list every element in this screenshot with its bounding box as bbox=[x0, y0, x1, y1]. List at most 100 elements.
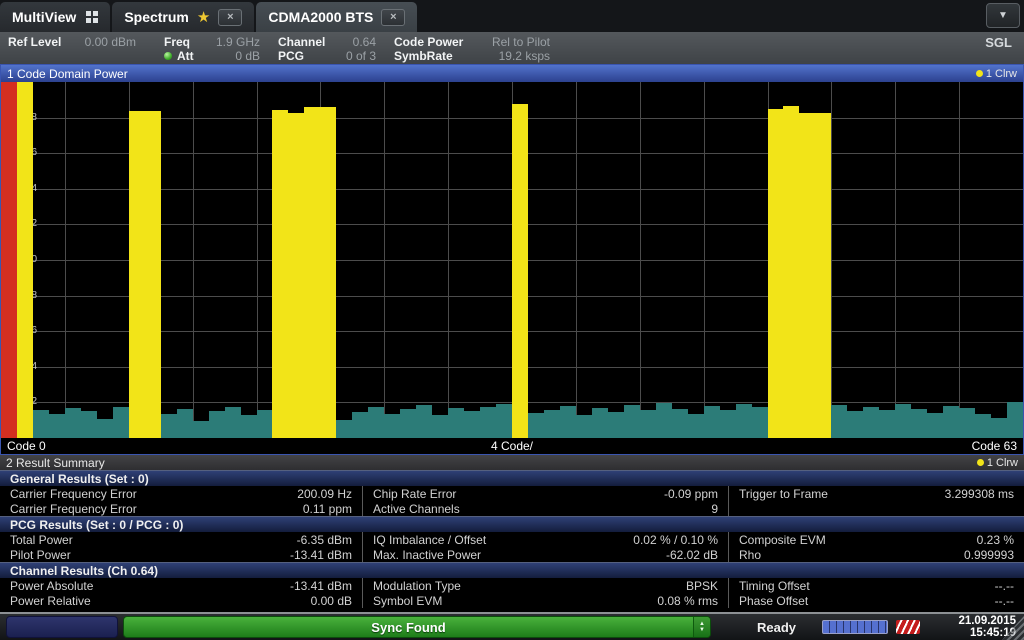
code-power-bar bbox=[209, 411, 225, 438]
result-label: Power Absolute bbox=[0, 579, 93, 593]
result-value: -62.02 dB bbox=[666, 548, 728, 562]
code-power-bar bbox=[544, 410, 560, 438]
code-power-bar bbox=[81, 411, 97, 438]
code-power-symbrate-fields[interactable]: Code Power Rel to Pilot SymbRate 19.2 ks… bbox=[394, 34, 550, 64]
cdp-x-axis: Code 0 4 Code/ Code 63 bbox=[1, 438, 1023, 454]
sync-bar-stepper[interactable]: ▲▼ bbox=[693, 617, 710, 637]
code-power-bar bbox=[1, 82, 17, 438]
code-power-bar bbox=[384, 414, 400, 438]
code-power-bar bbox=[608, 412, 624, 438]
code-power-bar bbox=[560, 406, 576, 438]
sync-status-text: Sync Found bbox=[124, 620, 693, 635]
chevron-down-icon: ▼ bbox=[699, 627, 705, 633]
code-power-bar bbox=[352, 412, 368, 438]
code-power-bar bbox=[704, 406, 720, 438]
code-power-bar bbox=[129, 111, 145, 438]
code-power-bar bbox=[1007, 402, 1023, 438]
single-sweep-badge: SGL bbox=[985, 34, 1016, 64]
result-value: 0.08 % rms bbox=[657, 594, 728, 608]
trace-legend[interactable]: 1 Clrw bbox=[977, 457, 1018, 469]
table-row: Power Absolute-13.41 dBmModulation TypeB… bbox=[0, 578, 1024, 593]
code-power-bar bbox=[288, 113, 304, 438]
window-code-domain-power: 1 Code Domain Power 1 Clrw -8-16-24-32-4… bbox=[0, 64, 1024, 455]
result-value: -13.41 dBm bbox=[290, 579, 362, 593]
trace-legend[interactable]: 1 Clrw bbox=[976, 68, 1017, 80]
section-header: Channel Results (Ch 0.64) bbox=[0, 562, 1024, 578]
table-row: Pilot Power-13.41 dBmMax. Inactive Power… bbox=[0, 547, 1024, 562]
tab-cdma2000-bts[interactable]: CDMA2000 BTS × bbox=[256, 2, 417, 32]
code-power-bar bbox=[815, 113, 831, 438]
code-power-bar bbox=[656, 403, 672, 438]
result-label: Total Power bbox=[0, 533, 73, 547]
trace-color-dot-icon bbox=[977, 459, 984, 466]
freq-value: 1.9 GHz bbox=[216, 35, 260, 49]
pcg-label: PCG bbox=[278, 49, 304, 63]
cdp-plot: -8-16-24-32-40-48-56-64-72 bbox=[1, 82, 1023, 438]
result-label: Carrier Frequency Error bbox=[0, 487, 137, 501]
window-result-summary: 2 Result Summary 1 Clrw General Results … bbox=[0, 455, 1024, 608]
window1-title-bar[interactable]: 1 Code Domain Power 1 Clrw bbox=[1, 65, 1023, 82]
code-power-bar bbox=[49, 414, 65, 438]
status-flag-icon bbox=[896, 620, 920, 634]
status-left-button[interactable] bbox=[6, 616, 118, 638]
code-power-bar bbox=[975, 414, 991, 438]
section-header: PCG Results (Set : 0 / PCG : 0) bbox=[0, 516, 1024, 532]
tab-overflow-button[interactable]: ▼ bbox=[986, 3, 1020, 28]
table-row: Power Relative0.00 dBSymbol EVM0.08 % rm… bbox=[0, 593, 1024, 608]
result-label: Rho bbox=[729, 548, 761, 562]
result-label: Trigger to Frame bbox=[729, 487, 828, 501]
instrument-state-text: Ready bbox=[757, 620, 796, 635]
code-power-bar bbox=[400, 409, 416, 438]
result-value: 3.299308 ms bbox=[945, 487, 1024, 501]
code-power-bar bbox=[464, 411, 480, 438]
code-power-bar bbox=[752, 407, 768, 438]
ref-level-field[interactable]: Ref Level 0.00 dBm bbox=[8, 34, 136, 64]
result-label: Timing Offset bbox=[729, 579, 810, 593]
code-power-bar bbox=[927, 413, 943, 438]
code-power-bar bbox=[895, 404, 911, 438]
code-power-bar bbox=[640, 410, 656, 438]
att-label: Att bbox=[177, 49, 194, 63]
code-power-bar bbox=[847, 411, 863, 438]
result-label: Power Relative bbox=[0, 594, 91, 608]
result-value: --.-- bbox=[995, 579, 1024, 593]
close-tab-icon[interactable]: × bbox=[218, 9, 242, 26]
ref-level-value: 0.00 dBm bbox=[85, 35, 136, 49]
result-label: Pilot Power bbox=[0, 548, 71, 562]
code-power-bar bbox=[672, 409, 688, 438]
code-power-bar bbox=[97, 419, 113, 438]
window1-title: 1 Code Domain Power bbox=[7, 67, 128, 81]
result-value: 9 bbox=[711, 502, 728, 516]
result-value: --.-- bbox=[995, 594, 1024, 608]
sync-status-indicator: Sync Found ▲▼ bbox=[123, 616, 711, 638]
freq-att-fields[interactable]: Freq 1.9 GHz Att 0 dB bbox=[164, 34, 260, 64]
tab-label: Spectrum bbox=[124, 9, 189, 25]
trace-legend-label: 1 Clrw bbox=[987, 457, 1018, 469]
code-power-bar bbox=[257, 410, 273, 438]
symbrate-value: 19.2 ksps bbox=[499, 49, 550, 63]
tab-bar: MultiView Spectrum ★ × CDMA2000 BTS × ▼ bbox=[0, 0, 1024, 32]
multiview-grid-icon bbox=[86, 11, 98, 23]
tab-label: MultiView bbox=[12, 9, 76, 25]
code-power-bar bbox=[304, 107, 320, 438]
tab-multiview[interactable]: MultiView bbox=[0, 2, 110, 32]
ref-level-label: Ref Level bbox=[8, 35, 61, 49]
result-label: Composite EVM bbox=[729, 533, 826, 547]
code-power-bar bbox=[145, 111, 161, 438]
freq-label: Freq bbox=[164, 35, 190, 49]
pcg-value: 0 of 3 bbox=[346, 49, 376, 63]
code-power-bar bbox=[911, 409, 927, 438]
code-power-bar bbox=[576, 415, 592, 438]
x-axis-scale-label: 4 Code/ bbox=[1, 439, 1023, 453]
tab-spectrum[interactable]: Spectrum ★ × bbox=[112, 2, 254, 32]
channel-pcg-fields[interactable]: Channel 0.64 PCG 0 of 3 bbox=[278, 34, 376, 64]
code-power-bar bbox=[688, 414, 704, 438]
result-value: 0.999993 bbox=[964, 548, 1024, 562]
result-label: Phase Offset bbox=[729, 594, 808, 608]
code-power-bar bbox=[959, 408, 975, 438]
table-row: Total Power-6.35 dBmIQ Imbalance / Offse… bbox=[0, 532, 1024, 547]
window2-title-bar[interactable]: 2 Result Summary 1 Clrw bbox=[0, 455, 1024, 470]
close-tab-icon[interactable]: × bbox=[381, 9, 405, 26]
code-power-bar bbox=[480, 407, 496, 438]
code-power-bar bbox=[943, 406, 959, 438]
